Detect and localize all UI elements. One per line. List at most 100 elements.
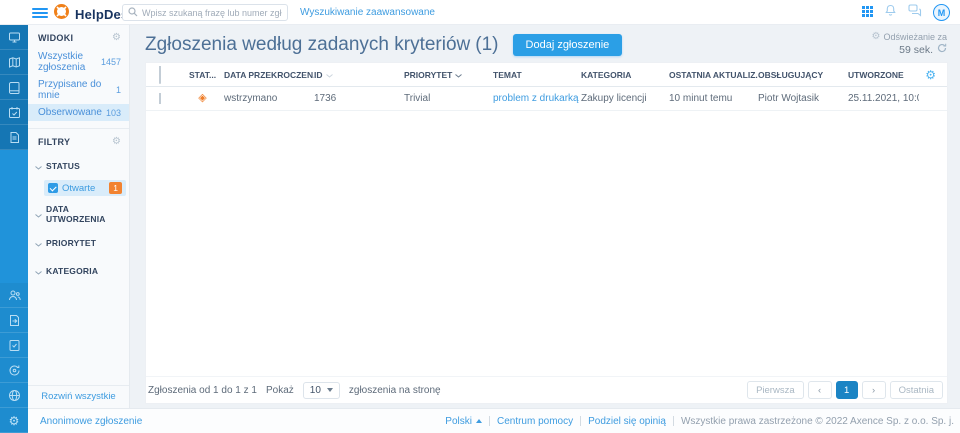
views-title: WIDOKI <box>38 33 73 43</box>
cell-ostatnia-aktualizacja: 10 minut temu <box>669 93 758 104</box>
sidebar: WIDOKI ⚙ Wszystkie zgłoszenia 1457 Przyp… <box>28 25 130 408</box>
table-row[interactable]: ◈ wstrzymano 1736 Trivial problem z druk… <box>146 87 947 111</box>
bottom-bar: Anonimowe zgłoszenie Polski Centrum pomo… <box>28 408 960 433</box>
rail-document-send-icon[interactable] <box>0 308 28 333</box>
sort-icon <box>326 70 333 80</box>
helpdesk-logo-icon <box>53 3 70 25</box>
column-header-kategoria[interactable]: KATEGORIA <box>581 70 669 80</box>
select-all-checkbox[interactable] <box>159 66 161 84</box>
sidebar-item-observed[interactable]: Obserwowane 103 <box>28 104 129 121</box>
views-section-header: WIDOKI ⚙ <box>28 25 129 48</box>
help-center-link[interactable]: Centrum pomocy <box>497 416 573 427</box>
row-checkbox[interactable] <box>159 93 161 104</box>
rail-users-icon[interactable] <box>0 283 28 308</box>
filter-option-otwarte[interactable]: Otwarte 1 <box>44 180 126 196</box>
count-badge: 103 <box>106 108 121 118</box>
ticket-subject-link[interactable]: problem z drukarką <box>493 93 579 104</box>
chevron-down-icon <box>35 157 42 175</box>
rail-spacer <box>0 150 28 283</box>
pagination-page-1-button[interactable]: 1 <box>836 381 858 399</box>
app-rail: ⚙ <box>0 25 28 433</box>
sidebar-item-assigned-to-me[interactable]: Przypisane do mnie 1 <box>28 76 129 104</box>
count-badge: 1 <box>116 85 121 95</box>
page-title: Zgłoszenia według zadanych kryteriów(1) <box>145 34 499 56</box>
column-header-id[interactable]: ID <box>314 70 404 80</box>
pagination-first-button[interactable]: Pierwsza <box>747 381 804 399</box>
sort-desc-icon <box>455 70 462 80</box>
refresh-countdown: 59 sek. <box>899 44 933 56</box>
cell-utworzone: 25.11.2021, 10:02 <box>848 93 919 104</box>
rail-document-icon[interactable] <box>0 125 28 150</box>
page-size-select[interactable]: 10 <box>303 382 340 399</box>
filter-group-data-utworzenia[interactable]: DATA UTWORZENIA <box>28 199 129 229</box>
show-label: Pokaż <box>266 385 294 396</box>
top-bar: HelpDesk Wyszukiwanie zaawansowane M <box>0 0 960 25</box>
feedback-link[interactable]: Podziel się opinią <box>588 416 666 427</box>
rail-map-icon[interactable] <box>0 50 28 75</box>
status-count-badge: 1 <box>109 182 122 194</box>
table-settings-gear-icon[interactable]: ⚙ <box>925 68 947 82</box>
pagination-next-button[interactable]: › <box>862 381 886 399</box>
status-on-hold-icon: ◈ <box>198 93 206 104</box>
rail-book-icon[interactable] <box>0 75 28 100</box>
column-header-temat[interactable]: TEMAT <box>493 70 581 80</box>
main-content: Zgłoszenia według zadanych kryteriów(1) … <box>130 25 960 408</box>
per-page-label: zgłoszenia na stronę <box>349 385 441 396</box>
rail-sync-icon[interactable] <box>0 358 28 383</box>
table-header-row: STAT... DATA PRZEKROCZEN... ID PRIORYTET… <box>146 63 947 87</box>
column-header-status[interactable]: STAT... <box>189 70 224 80</box>
rail-monitor-icon[interactable] <box>0 25 28 50</box>
cell-id: 1736 <box>314 93 404 104</box>
checked-checkbox[interactable] <box>48 183 58 193</box>
anonymous-ticket-link[interactable]: Anonimowe zgłoszenie <box>40 416 142 427</box>
column-header-data-przekroczenia[interactable]: DATA PRZEKROCZEN... <box>224 70 314 80</box>
filter-group-status[interactable]: STATUS <box>28 152 129 180</box>
search-input[interactable] <box>142 8 282 18</box>
column-header-utworzone[interactable]: UTWORZONE <box>848 70 919 80</box>
column-header-obslugujacy[interactable]: OBSŁUGUJĄCY <box>758 70 848 80</box>
column-header-ostatnia-aktualizacja[interactable]: OSTATNIA AKTUALIZ... <box>669 70 758 80</box>
column-header-priorytet[interactable]: PRIORYTET <box>404 70 493 80</box>
table-empty-space <box>146 111 947 376</box>
menu-hamburger-icon[interactable] <box>32 8 48 20</box>
chevron-down-icon <box>35 262 42 280</box>
messages-chat-icon[interactable] <box>908 4 922 22</box>
filters-title: FILTRY <box>38 137 70 147</box>
views-settings-gear-icon[interactable]: ⚙ <box>112 33 121 43</box>
apps-grid-icon[interactable] <box>862 4 873 22</box>
cell-data-przekroczenia: wstrzymano <box>224 93 314 104</box>
filters-settings-gear-icon[interactable]: ⚙ <box>112 137 121 147</box>
refresh-settings-gear-icon[interactable]: ⚙ <box>871 32 880 42</box>
sidebar-item-all-tickets[interactable]: Wszystkie zgłoszenia 1457 <box>28 48 129 76</box>
cell-kategoria: Zakupy licencji <box>581 93 669 104</box>
cell-obslugujacy: Piotr Wojtasik <box>758 93 848 104</box>
page-title-count: (1) <box>475 34 498 56</box>
count-badge: 1457 <box>101 57 121 67</box>
rail-settings-gear-icon[interactable]: ⚙ <box>0 408 28 433</box>
advanced-search-link[interactable]: Wyszukiwanie zaawansowane <box>300 7 435 18</box>
language-selector[interactable]: Polski <box>445 416 482 427</box>
chevron-up-icon <box>476 419 482 423</box>
search-icon <box>128 4 138 22</box>
rail-globe-icon[interactable] <box>0 383 28 408</box>
search-box[interactable] <box>122 4 288 21</box>
pagination-prev-button[interactable]: ‹ <box>808 381 832 399</box>
refresh-icon[interactable] <box>937 43 947 56</box>
pagination-last-button[interactable]: Ostatnia <box>890 381 943 399</box>
chevron-down-icon <box>35 234 42 252</box>
filter-group-priorytet[interactable]: PRIORYTET <box>28 229 129 257</box>
cell-priorytet: Trivial <box>404 93 493 104</box>
tickets-table: STAT... DATA PRZEKROCZEN... ID PRIORYTET… <box>145 62 948 404</box>
table-footer: Zgłoszenia od 1 do 1 z 1 Pokaż 10 zgłosz… <box>146 376 947 403</box>
filter-group-kategoria[interactable]: KATEGORIA <box>28 257 129 285</box>
range-text: Zgłoszenia od 1 do 1 z 1 <box>148 385 257 396</box>
filters-section-header: FILTRY ⚙ <box>28 129 129 152</box>
add-ticket-button[interactable]: Dodaj zgłoszenie <box>513 34 623 56</box>
auto-refresh: ⚙ Odświeżanie za 59 sek. <box>871 32 947 56</box>
rail-calendar-check-icon[interactable] <box>0 100 28 125</box>
expand-all-link[interactable]: Rozwiń wszystkie <box>28 385 129 408</box>
user-avatar[interactable]: M <box>933 4 950 21</box>
chevron-down-icon <box>35 205 42 223</box>
notifications-bell-icon[interactable] <box>884 4 897 22</box>
rail-note-check-icon[interactable] <box>0 333 28 358</box>
